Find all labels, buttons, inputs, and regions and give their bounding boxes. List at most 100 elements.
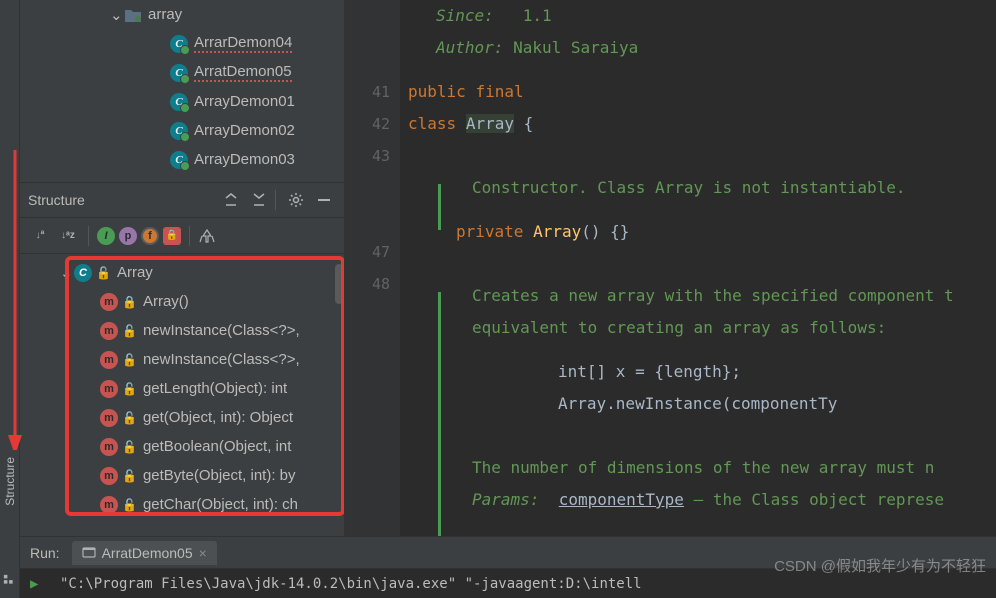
tree-file[interactable]: C ArratDemon05 bbox=[20, 58, 344, 87]
tree-folder-array[interactable]: ⌄ array bbox=[20, 0, 344, 29]
show-nonpublic-button[interactable]: 🔒 bbox=[163, 227, 181, 245]
doc-indent-bar bbox=[438, 184, 441, 230]
method-icon: m bbox=[100, 293, 118, 311]
separator bbox=[189, 226, 190, 246]
blank-line bbox=[408, 344, 996, 356]
javadoc-code-line: Array.newInstance(componentTy bbox=[408, 388, 996, 420]
unlock-icon: 🔓 bbox=[122, 440, 137, 454]
method-icon: m bbox=[100, 322, 118, 340]
file-label: ArrayDemon01 bbox=[194, 93, 295, 110]
sidebar: ⌄ array C ArrarDemon04 C ArratDemon05 C … bbox=[20, 0, 345, 598]
structure-member-row[interactable]: m 🔓 newInstance(Class<?>, bbox=[20, 345, 344, 374]
show-properties-button[interactable]: p bbox=[119, 227, 137, 245]
run-label: Run: bbox=[30, 545, 60, 561]
structure-member-row[interactable]: m 🔓 getBoolean(Object, int bbox=[20, 432, 344, 461]
blank-line bbox=[408, 204, 996, 216]
play-icon[interactable]: ▶ bbox=[30, 576, 38, 592]
blank-line bbox=[408, 64, 996, 76]
unlock-icon: 🔓 bbox=[122, 411, 137, 425]
folder-label: array bbox=[148, 6, 182, 23]
class-label: Array bbox=[117, 264, 153, 281]
class-icon: C bbox=[170, 64, 188, 82]
project-tree[interactable]: ⌄ array C ArrarDemon04 C ArratDemon05 C … bbox=[20, 0, 344, 182]
structure-member-row[interactable]: m 🔓 getLength(Object): int bbox=[20, 374, 344, 403]
run-tab[interactable]: ArratDemon05 × bbox=[72, 541, 217, 565]
member-label: get(Object, int): Object bbox=[143, 409, 293, 426]
editor: 41 42 43 47 48 Since: 1.1 Author: Nakul … bbox=[345, 0, 996, 598]
close-icon[interactable]: × bbox=[199, 545, 207, 561]
show-interfaces-button[interactable]: I bbox=[97, 227, 115, 245]
run-tab-label: ArratDemon05 bbox=[102, 545, 193, 561]
gutter-line: 48 bbox=[345, 268, 390, 300]
member-label: getChar(Object, int): ch bbox=[143, 496, 298, 513]
separator bbox=[275, 190, 276, 210]
member-label: Array() bbox=[143, 293, 189, 310]
show-fields-button[interactable]: f bbox=[141, 227, 159, 245]
javadoc-line: equivalent to creating an array as follo… bbox=[408, 312, 996, 344]
member-label: getLength(Object): int bbox=[143, 380, 287, 397]
structure-toolbar: ↓ª ↓ᵃz I p f 🔒 bbox=[20, 218, 344, 254]
sort-visibility-button[interactable]: ↓ᵃz bbox=[56, 224, 80, 248]
javadoc-line: Creates a new array with the specified c… bbox=[408, 280, 996, 312]
console-output[interactable]: ▶ "C:\Program Files\Java\jdk-14.0.2\bin\… bbox=[20, 568, 996, 598]
javadoc-line: Constructor. Class Array is not instanti… bbox=[408, 172, 996, 204]
code-area[interactable]: 41 42 43 47 48 Since: 1.1 Author: Nakul … bbox=[345, 0, 996, 598]
structure-member-row[interactable]: m 🔓 getChar(Object, int): ch bbox=[20, 490, 344, 519]
file-label: ArratDemon05 bbox=[194, 63, 292, 82]
class-icon: C bbox=[170, 93, 188, 111]
method-icon: m bbox=[100, 351, 118, 369]
file-label: ArrarDemon04 bbox=[194, 34, 292, 53]
blank-line bbox=[408, 420, 996, 452]
structure-member-row[interactable]: m 🔓 get(Object, int): Object bbox=[20, 403, 344, 432]
member-label: getByte(Object, int): by bbox=[143, 467, 296, 484]
settings-button[interactable] bbox=[284, 188, 308, 212]
gutter-line: 43 bbox=[345, 140, 390, 172]
gutter-line bbox=[345, 0, 390, 76]
left-gutter-panel: Structure bbox=[0, 0, 20, 598]
console-text: "C:\Program Files\Java\jdk-14.0.2\bin\ja… bbox=[60, 576, 642, 592]
tree-file[interactable]: C ArrayDemon01 bbox=[20, 87, 344, 116]
javadoc-code-line: int[] x = {length}; bbox=[408, 356, 996, 388]
class-icon: C bbox=[170, 35, 188, 53]
javadoc-line: Params: componentType – the Class object… bbox=[408, 484, 996, 516]
class-icon: C bbox=[170, 151, 188, 169]
structure-class-row[interactable]: ⌄ C 🔓 Array bbox=[20, 258, 344, 287]
tree-file[interactable]: C ArrayDemon02 bbox=[20, 116, 344, 145]
gutter-line: 42 bbox=[345, 108, 390, 140]
javadoc-line: Author: Nakul Saraiya bbox=[408, 32, 996, 64]
unlock-icon: 🔓 bbox=[122, 324, 137, 338]
scrollbar-thumb[interactable] bbox=[335, 264, 343, 304]
method-icon: m bbox=[100, 496, 118, 514]
hide-button[interactable] bbox=[312, 188, 336, 212]
code-line: public final bbox=[408, 76, 996, 108]
gutter-line bbox=[345, 172, 390, 204]
javadoc-line: The number of dimensions of the new arra… bbox=[408, 452, 996, 484]
doc-indent-bar bbox=[438, 292, 441, 552]
code-content[interactable]: Since: 1.1 Author: Nakul Saraiya public … bbox=[400, 0, 996, 598]
tree-file[interactable]: C ArrarDemon04 bbox=[20, 29, 344, 58]
unlock-icon: 🔓 bbox=[96, 266, 111, 280]
sort-alpha-button[interactable]: ↓ª bbox=[28, 224, 52, 248]
structure-member-row[interactable]: m 🔓 getByte(Object, int): by bbox=[20, 461, 344, 490]
member-label: getBoolean(Object, int bbox=[143, 438, 291, 455]
structure-vertical-tab[interactable]: Structure bbox=[1, 449, 19, 514]
tree-file[interactable]: C ArrayDemon03 bbox=[20, 145, 344, 174]
folder-icon bbox=[124, 7, 142, 23]
chevron-down-icon: ⌄ bbox=[60, 264, 72, 282]
method-icon: m bbox=[100, 467, 118, 485]
code-line: private Array() {} bbox=[408, 216, 996, 248]
gutter-line bbox=[345, 204, 390, 236]
structure-panel-header: Structure bbox=[20, 182, 344, 218]
blank-line bbox=[408, 140, 996, 172]
unlock-icon: 🔓 bbox=[122, 498, 137, 512]
collapse-all-button[interactable] bbox=[247, 188, 271, 212]
autoscroll-button[interactable] bbox=[198, 227, 216, 245]
structure-member-row[interactable]: m 🔓 newInstance(Class<?>, bbox=[20, 316, 344, 345]
lock-icon: 🔒 bbox=[122, 295, 137, 309]
expand-all-button[interactable] bbox=[219, 188, 243, 212]
unlock-icon: 🔓 bbox=[122, 353, 137, 367]
class-icon: C bbox=[74, 264, 92, 282]
member-label: newInstance(Class<?>, bbox=[143, 351, 300, 368]
structure-member-row[interactable]: m 🔒 Array() bbox=[20, 287, 344, 316]
method-icon: m bbox=[100, 438, 118, 456]
